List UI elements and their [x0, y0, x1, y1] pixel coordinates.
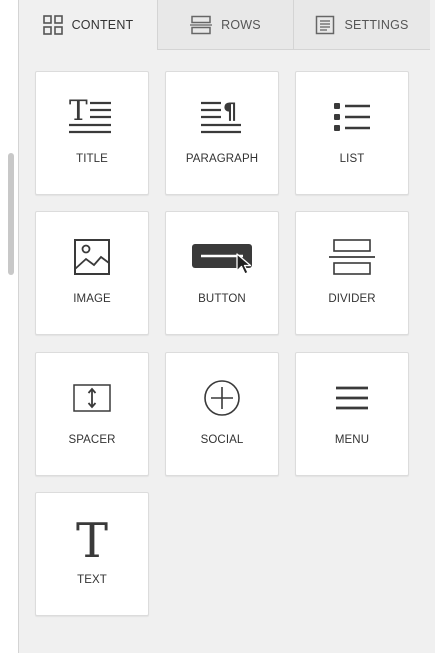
tab-content[interactable]: CONTENT — [19, 0, 157, 50]
block-text[interactable]: T TEXT — [35, 492, 149, 616]
grid-icon — [42, 15, 63, 35]
block-divider[interactable]: DIVIDER — [295, 211, 409, 335]
scrollbar-thumb[interactable] — [8, 153, 14, 275]
spacer-icon — [36, 375, 148, 421]
button-icon — [166, 234, 278, 280]
block-title[interactable]: T TITLE — [35, 71, 149, 195]
block-text-label: TEXT — [77, 574, 107, 586]
block-menu[interactable]: MENU — [295, 352, 409, 476]
settings-icon — [315, 15, 335, 35]
block-button-label: BUTTON — [198, 293, 246, 305]
scrollbar-track[interactable] — [0, 0, 18, 653]
block-social[interactable]: SOCIAL — [165, 352, 279, 476]
image-icon — [36, 234, 148, 280]
block-button[interactable]: BUTTON — [165, 211, 279, 335]
menu-icon — [296, 375, 408, 421]
block-list[interactable]: LIST — [295, 71, 409, 195]
svg-text:T: T — [76, 515, 108, 561]
content-panel: CONTENT ROWS SETTINGS T TITLE ¶ PARAGRAP… — [18, 0, 435, 653]
text-icon: T — [36, 515, 148, 561]
tab-content-label: CONTENT — [71, 18, 134, 32]
block-image[interactable]: IMAGE — [35, 211, 149, 335]
list-icon — [296, 94, 408, 140]
block-social-label: SOCIAL — [200, 434, 244, 446]
block-list-label: LIST — [339, 153, 365, 165]
block-paragraph[interactable]: ¶ PARAGRAPH — [165, 71, 279, 195]
tab-settings[interactable]: SETTINGS — [293, 0, 430, 50]
block-spacer-label: SPACER — [68, 434, 116, 446]
tab-rows-label: ROWS — [221, 17, 261, 32]
tab-rows[interactable]: ROWS — [157, 0, 293, 50]
block-menu-label: MENU — [334, 434, 370, 446]
tab-bar: CONTENT ROWS SETTINGS — [19, 0, 430, 50]
title-icon: T — [36, 94, 148, 140]
block-divider-label: DIVIDER — [328, 293, 376, 305]
block-spacer[interactable]: SPACER — [35, 352, 149, 476]
block-image-label: IMAGE — [73, 293, 111, 305]
tab-settings-label: SETTINGS — [344, 17, 409, 32]
block-paragraph-label: PARAGRAPH — [185, 153, 259, 165]
social-icon — [166, 375, 278, 421]
svg-text:¶: ¶ — [223, 100, 237, 125]
rows-icon — [190, 15, 213, 35]
paragraph-icon: ¶ — [166, 94, 278, 140]
svg-text:T: T — [69, 97, 88, 127]
divider-icon — [296, 234, 408, 280]
block-title-label: TITLE — [76, 153, 108, 165]
